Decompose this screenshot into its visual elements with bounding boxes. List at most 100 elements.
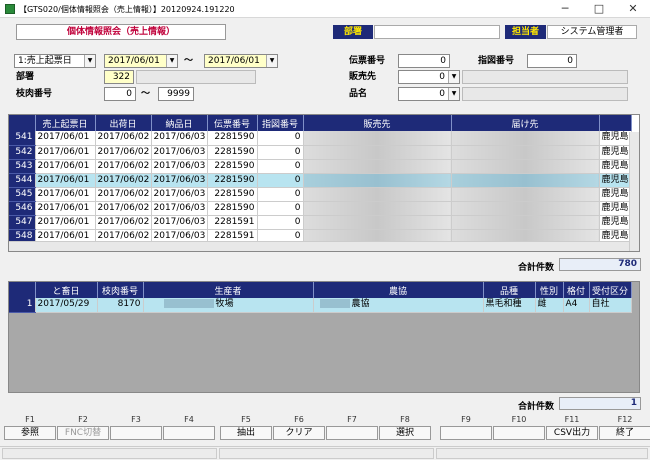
row-number[interactable]: 547	[9, 215, 36, 230]
cell-slip: 2281590	[207, 173, 258, 188]
dept-code-field[interactable]: 322	[104, 70, 134, 84]
fkey-button-f3[interactable]	[110, 426, 162, 440]
fkey-button-f5[interactable]: 抽出	[220, 426, 272, 440]
chevron-down-icon[interactable]: ▼	[448, 88, 459, 100]
col-header[interactable]: 受付区分	[589, 282, 632, 298]
chevron-down-icon[interactable]: ▼	[266, 55, 277, 67]
meat-no-from-field[interactable]: 0	[104, 87, 136, 101]
table-row[interactable]: 1 2017/05/29 8170 牧場 農協 黒毛和種雌 A4 自社	[9, 298, 632, 313]
sales-grid[interactable]: 売上起票日 出荷日 納品日 伝票番号 指図番号 販売先 届け先 541 2017/…	[8, 114, 640, 252]
col-header[interactable]: 生産者	[143, 282, 314, 298]
table-row[interactable]: 542 2017/06/01 2017/06/02 2017/06/03 2281590…	[9, 145, 632, 160]
row-number[interactable]: 541	[9, 131, 36, 146]
customer-name-display	[462, 70, 628, 84]
row-number[interactable]: 542	[9, 145, 36, 160]
col-header[interactable]: 届け先	[451, 115, 600, 131]
col-header[interactable]: 販売先	[303, 115, 452, 131]
col-header	[9, 115, 36, 131]
fkey-number: F10	[511, 415, 527, 424]
col-header[interactable]: 指図番号	[257, 115, 304, 131]
row-number[interactable]: 543	[9, 159, 36, 174]
fkey-f6: F6 クリア	[273, 414, 325, 440]
cell-deliv-date: 2017/06/03	[151, 159, 208, 174]
col-header[interactable]: 品種	[483, 282, 536, 298]
cell-ship-date: 2017/06/02	[95, 159, 152, 174]
row-number[interactable]: 544	[9, 173, 36, 188]
fkey-number: F7	[347, 415, 357, 424]
fkey-number: F5	[241, 415, 251, 424]
cell-sale-date: 2017/06/01	[35, 201, 96, 216]
date-type-select[interactable]: 1:売上起票日 ▼	[14, 54, 96, 68]
fkey-button-f11[interactable]: CSV出力	[546, 426, 598, 440]
vertical-scrollbar[interactable]	[629, 132, 639, 251]
horizontal-scrollbar[interactable]	[9, 241, 629, 251]
fkey-button-f6[interactable]: クリア	[273, 426, 325, 440]
instruct-no-label: 指図番号	[478, 56, 515, 66]
row-number[interactable]: 546	[9, 201, 36, 216]
maximize-button[interactable]: □	[582, 0, 616, 18]
cell-slip: 2281590	[207, 145, 258, 160]
col-header[interactable]: 伝票番号	[207, 115, 258, 131]
col-header[interactable]: 性別	[535, 282, 564, 298]
table-row[interactable]: 541 2017/06/01 2017/06/02 2017/06/03 2281590…	[9, 131, 632, 146]
minimize-button[interactable]: ─	[548, 0, 582, 18]
fkey-f10: F10	[493, 414, 545, 440]
chevron-down-icon[interactable]: ▼	[166, 55, 177, 67]
fkey-f9: F9	[440, 414, 492, 440]
cell-sale-date: 2017/06/01	[35, 131, 96, 146]
col-header[interactable]: 出荷日	[95, 115, 152, 131]
col-header[interactable]: 枝肉番号	[97, 282, 144, 298]
status-bar	[0, 446, 650, 460]
cell-delivery-masked	[451, 173, 600, 188]
fkey-button-f1[interactable]: 参照	[4, 426, 56, 440]
header-dept-value	[374, 25, 500, 39]
slip-no-field[interactable]: 0	[398, 54, 450, 68]
fkey-f3: F3	[110, 414, 162, 440]
table-row[interactable]: 545 2017/06/01 2017/06/02 2017/06/03 2281590…	[9, 187, 632, 202]
col-header[interactable]: と畜日	[35, 282, 98, 298]
item-select[interactable]: 0 ▼	[398, 87, 460, 101]
fkey-button-f12[interactable]: 終了	[599, 426, 650, 440]
table-row[interactable]: 544 2017/06/01 2017/06/02 2017/06/03 2281590…	[9, 173, 632, 188]
table-row[interactable]: 546 2017/06/01 2017/06/02 2017/06/03 2281590…	[9, 201, 632, 216]
cell-sale-date: 2017/06/01	[35, 159, 96, 174]
fkey-button-f2[interactable]: FNC切替	[57, 426, 109, 440]
cell-grade: A4	[563, 298, 590, 313]
individual-grid[interactable]: と畜日 枝肉番号 生産者 農協 品種 性別 格付 受付区分 1 2017/05/2…	[8, 281, 640, 393]
chevron-down-icon[interactable]: ▼	[84, 55, 95, 67]
meat-no-to-field[interactable]: 9999	[158, 87, 194, 101]
fkey-button-f4[interactable]	[163, 426, 215, 440]
cell-breed: 黒毛和種	[483, 298, 536, 313]
col-header[interactable]: 農協	[313, 282, 484, 298]
close-button[interactable]: ✕	[616, 0, 650, 18]
date-to-field[interactable]: 2017/06/01 ▼	[204, 54, 278, 68]
customer-select[interactable]: 0 ▼	[398, 70, 460, 84]
col-header[interactable]	[599, 115, 632, 131]
customer-label: 販売先	[349, 72, 377, 82]
instruct-no-field[interactable]: 0	[527, 54, 577, 68]
row-number[interactable]: 1	[9, 298, 36, 313]
cell-ship-date: 2017/06/02	[95, 215, 152, 230]
fkey-number: F4	[184, 415, 194, 424]
cell-dest: 鹿児島	[599, 145, 632, 160]
cell-ship-date: 2017/06/02	[95, 201, 152, 216]
chevron-down-icon[interactable]: ▼	[448, 71, 459, 83]
date-from-field[interactable]: 2017/06/01 ▼	[104, 54, 178, 68]
table-row[interactable]: 547 2017/06/01 2017/06/02 2017/06/03 2281591…	[9, 215, 632, 230]
fkey-f8: F8 選択	[379, 414, 431, 440]
row-number[interactable]: 545	[9, 187, 36, 202]
col-header[interactable]: 納品日	[151, 115, 208, 131]
fkey-button-f9[interactable]	[440, 426, 492, 440]
cell-dest: 鹿児島	[599, 201, 632, 216]
screen-title: 個体情報照会（売上情報）	[16, 24, 226, 40]
cell-dest: 鹿児島	[599, 159, 632, 174]
fkey-button-f8[interactable]: 選択	[379, 426, 431, 440]
table-row[interactable]: 543 2017/06/01 2017/06/02 2017/06/03 2281590…	[9, 159, 632, 174]
cell-slip: 2281590	[207, 187, 258, 202]
fkey-button-f10[interactable]	[493, 426, 545, 440]
col-header[interactable]: 格付	[563, 282, 590, 298]
fkey-button-f7[interactable]	[326, 426, 378, 440]
fkey-number: F12	[617, 415, 633, 424]
header-user-label: 担当者	[505, 25, 546, 39]
col-header[interactable]: 売上起票日	[35, 115, 96, 131]
